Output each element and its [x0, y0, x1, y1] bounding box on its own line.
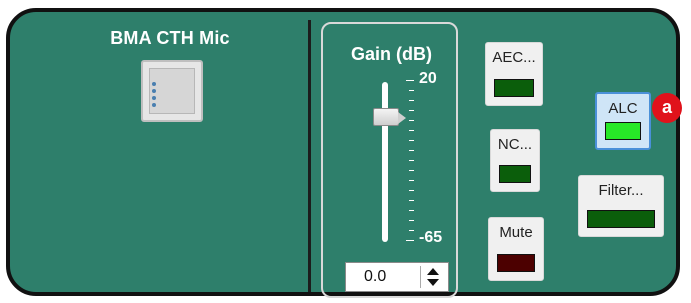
aec-button[interactable]: AEC...	[485, 42, 543, 106]
tick-mark	[409, 110, 414, 111]
tick-mark	[409, 90, 414, 91]
gain-min-label: -65	[419, 229, 443, 246]
mic-dot-icon	[152, 96, 156, 100]
aec-status-led	[494, 79, 534, 97]
up-arrow-icon	[427, 267, 439, 275]
tick-mark	[409, 120, 414, 121]
down-arrow-icon	[427, 278, 439, 286]
mute-button-label: Mute	[499, 224, 533, 241]
tick-mark	[406, 80, 414, 81]
aec-button-label: AEC...	[492, 49, 536, 66]
annotation-badge: a	[652, 93, 682, 123]
device-title: BMA CTH Mic	[110, 28, 230, 48]
mute-status-led	[497, 254, 535, 272]
filter-status-led	[587, 210, 655, 228]
tick-mark	[409, 210, 414, 211]
tick-mark	[409, 160, 414, 161]
tick-mark	[409, 200, 414, 201]
gain-value-text: 0.0	[364, 268, 387, 285]
gain-spinner	[420, 266, 445, 288]
tick-mark	[409, 170, 414, 171]
nc-button-label: NC...	[497, 136, 533, 153]
mic-dot-icon	[152, 82, 156, 86]
filter-button-label: Filter...	[598, 182, 644, 199]
tick-mark	[409, 230, 414, 231]
microphone-array-icon[interactable]	[141, 60, 203, 122]
decrease-gain-button[interactable]	[425, 277, 441, 287]
alc-button-label: ALC	[608, 100, 638, 117]
filter-button[interactable]: Filter...	[578, 175, 664, 237]
tick-mark	[409, 190, 414, 191]
alc-button[interactable]: ALC	[595, 92, 651, 150]
tick-mark	[409, 180, 414, 181]
nc-status-led	[499, 165, 531, 183]
alc-status-led	[605, 122, 641, 140]
gain-scale-ticks	[405, 80, 417, 245]
tick-mark	[409, 100, 414, 101]
gain-max-label: 20	[419, 70, 437, 87]
panel-divider	[308, 20, 311, 292]
gain-slider-thumb[interactable]	[373, 108, 406, 126]
increase-gain-button[interactable]	[425, 266, 441, 276]
tick-mark	[409, 220, 414, 221]
tick-mark	[409, 150, 414, 151]
nc-button[interactable]: NC...	[490, 129, 540, 192]
gain-group: Gain (dB) 20 -65 0.0	[321, 22, 458, 298]
mic-dot-icon	[152, 103, 156, 107]
gain-slider-track[interactable]	[382, 82, 388, 242]
mic-dot-icon	[152, 89, 156, 93]
tick-mark	[409, 140, 414, 141]
gain-title: Gain (dB)	[351, 44, 432, 64]
mic-control-panel: BMA CTH Mic Gain (dB) 20 -65 0.0 AEC... …	[6, 8, 680, 298]
gain-value-input[interactable]: 0.0	[345, 262, 449, 292]
tick-mark	[409, 130, 414, 131]
mute-button[interactable]: Mute	[488, 217, 544, 281]
tick-mark	[406, 240, 414, 241]
